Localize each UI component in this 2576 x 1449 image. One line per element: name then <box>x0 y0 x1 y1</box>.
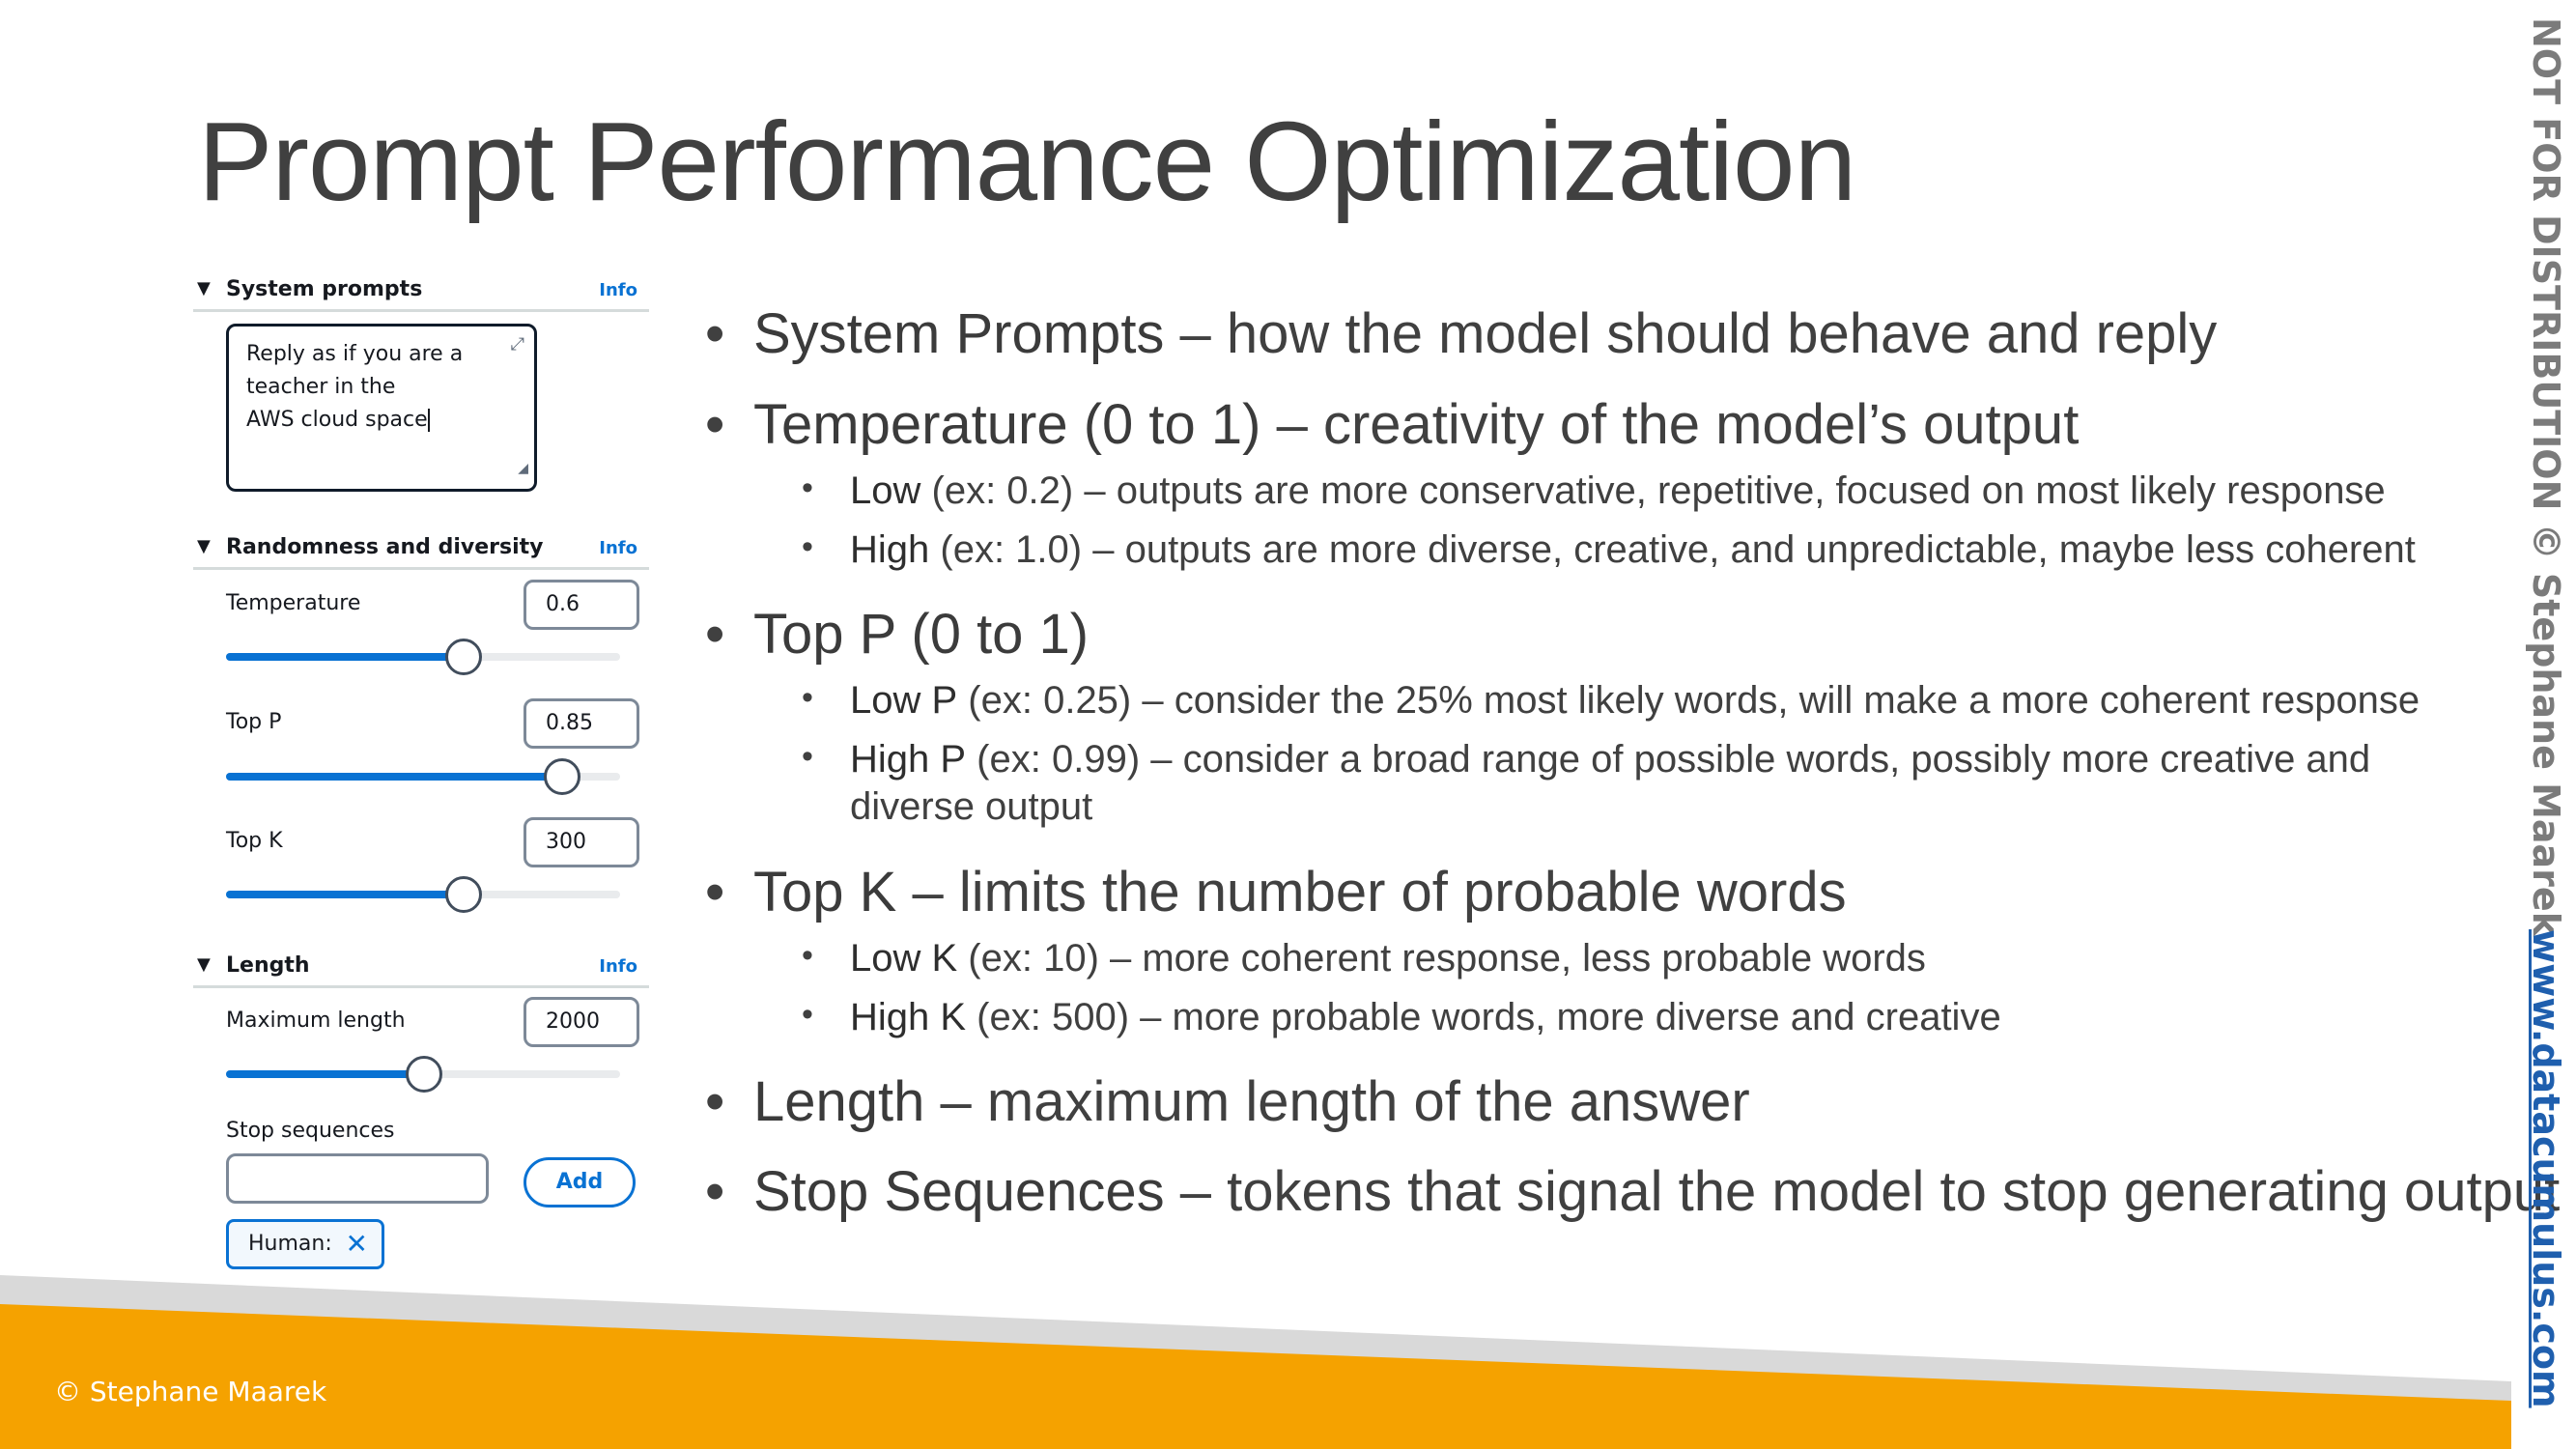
sub-bullet-key: High <box>850 528 930 571</box>
top-p-label: Top P <box>226 710 282 734</box>
add-stop-sequence-button[interactable]: Add <box>524 1157 636 1208</box>
max-length-slider-thumb[interactable] <box>406 1056 442 1093</box>
bullet-dot-icon: • <box>705 302 725 365</box>
sub-bullet-desc: (ex: 0.2) – outputs are more conservativ… <box>920 469 2386 512</box>
bullet-key: Top K <box>753 861 897 923</box>
bullet-dot-icon: • <box>802 937 813 974</box>
bullet-desc: – how the model should behave and reply <box>1164 302 2218 365</box>
footer-band <box>0 1275 2511 1449</box>
text-caret <box>427 409 430 432</box>
top-p-slider-fill <box>226 773 561 781</box>
bullet-key: Stop Sequences <box>753 1160 1165 1223</box>
sub-bullet-desc: (ex: 10) – more coherent response, less … <box>957 937 1926 980</box>
system-prompt-line-1: Reply as if you are a teacher in the <box>246 342 464 399</box>
top-p-slider[interactable] <box>226 758 620 795</box>
expand-icon[interactable]: ⤢ <box>511 328 524 361</box>
randomness-header[interactable]: ▼ Randomness and diversity Info <box>193 528 649 570</box>
sub-bullet-key: Low P <box>850 679 958 722</box>
website-link[interactable]: www.datacumulus.com <box>2525 929 2567 1408</box>
temperature-slider-fill <box>226 653 463 661</box>
sub-bullet-desc: (ex: 500) – more probable words, more di… <box>966 996 2001 1038</box>
caret-down-icon[interactable]: ▼ <box>197 278 211 298</box>
length-title: Length <box>226 953 310 978</box>
sub-bullet-key: Low K <box>850 937 958 980</box>
system-prompts-header[interactable]: ▼ System prompts Info <box>193 270 649 312</box>
sub-bullet-desc: (ex: 0.25) – consider the 25% most likel… <box>957 679 2420 722</box>
temperature-slider-thumb[interactable] <box>444 639 482 675</box>
sub-bullet-desc: (ex: 1.0) – outputs are more diverse, cr… <box>929 528 2416 571</box>
top-k-slider[interactable] <box>226 876 620 913</box>
system-prompts-title: System prompts <box>226 277 423 301</box>
temperature-slider[interactable] <box>226 639 620 675</box>
stop-sequences-label: Stop sequences <box>226 1119 395 1143</box>
bullet-key: System Prompts <box>753 302 1165 365</box>
caret-down-icon[interactable]: ▼ <box>197 954 211 975</box>
caret-down-icon[interactable]: ▼ <box>197 536 211 556</box>
randomness-title: Randomness and diversity <box>226 535 544 559</box>
max-length-slider-fill <box>226 1070 423 1078</box>
bullet-dot-icon: • <box>802 738 813 775</box>
sub-bullet-key: High P <box>850 738 967 781</box>
bullet-dot-icon: • <box>705 393 725 456</box>
bullet-dot-icon: • <box>802 528 813 565</box>
system-prompt-textarea[interactable]: Reply as if you are a teacher in the AWS… <box>226 324 537 492</box>
randomness-info-link[interactable]: Info <box>599 538 637 558</box>
distribution-notice: NOT FOR DISTRIBUTION © Stephane Maarek <box>2525 17 2567 936</box>
stop-sequence-input[interactable] <box>226 1153 489 1204</box>
top-k-slider-thumb[interactable] <box>444 876 482 913</box>
bullet-dot-icon: • <box>705 861 725 923</box>
bullet-desc: – creativity of the model’s output <box>1260 393 2080 456</box>
sub-bullet-top-p-high-wrap: diverse output <box>850 785 1093 828</box>
top-k-slider-fill <box>226 891 463 898</box>
bullet-dot-icon: • <box>802 996 813 1033</box>
bullet-dot-icon: • <box>705 1070 725 1133</box>
bullet-key: Temperature (0 to 1) <box>753 393 1261 456</box>
bullet-desc: – limits the number of probable words <box>896 861 1847 923</box>
temperature-input[interactable]: 0.6 <box>524 580 639 630</box>
sub-bullet-desc: (ex: 0.99) – consider a broad range of p… <box>966 738 2371 781</box>
top-p-slider-thumb[interactable] <box>543 758 580 795</box>
temperature-label: Temperature <box>226 591 361 615</box>
stop-sequence-token-label: Human: <box>248 1232 332 1256</box>
max-length-label: Maximum length <box>226 1009 406 1033</box>
max-length-slider[interactable] <box>226 1056 620 1093</box>
max-length-input[interactable]: 2000 <box>524 997 639 1047</box>
bullet-key: Length <box>753 1070 925 1133</box>
length-header[interactable]: ▼ Length Info <box>193 947 649 988</box>
resize-handle-icon[interactable]: ◢ <box>518 452 528 485</box>
bullet-key: Top P (0 to 1) <box>753 603 1090 666</box>
system-prompts-info-link[interactable]: Info <box>599 280 637 300</box>
slide-title: Prompt Performance Optimization <box>198 99 1856 224</box>
bullet-desc: – maximum length of the answer <box>924 1070 1750 1133</box>
top-k-input[interactable]: 300 <box>524 817 639 867</box>
bullet-dot-icon: • <box>802 469 813 506</box>
bullet-dot-icon: • <box>705 603 725 666</box>
footer-copyright: © Stephane Maarek <box>54 1376 327 1407</box>
bullet-desc: – tokens that signal the model to stop g… <box>1164 1160 2561 1223</box>
bullet-dot-icon: • <box>705 1160 725 1223</box>
top-p-input[interactable]: 0.85 <box>524 698 639 749</box>
system-prompt-line-2: AWS cloud space <box>246 408 430 432</box>
sub-bullet-key: High K <box>850 996 967 1038</box>
length-info-link[interactable]: Info <box>599 956 637 977</box>
bullet-dot-icon: • <box>802 679 813 716</box>
sub-bullet-key: Low <box>850 469 921 512</box>
top-k-label: Top K <box>226 829 283 853</box>
